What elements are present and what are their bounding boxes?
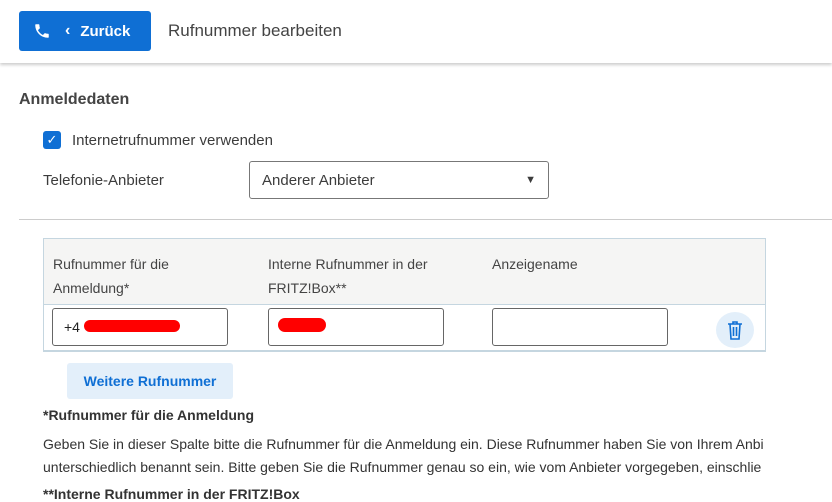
redaction <box>278 318 326 332</box>
display-name-input[interactable] <box>492 308 668 346</box>
note-text: Geben Sie in dieser Spalte bitte die Ruf… <box>43 436 764 452</box>
provider-label: Telefonie-Anbieter <box>43 172 164 189</box>
number-value: +4 <box>64 319 80 335</box>
column-header: Interne Rufnummer in der FRITZ!Box** <box>268 256 428 296</box>
trash-icon <box>728 321 742 340</box>
back-button[interactable]: ‹ Zurück <box>19 11 151 51</box>
note-title: **Interne Rufnummer in der FRITZ!Box <box>43 486 300 502</box>
numbers-table: Rufnummer für die Anmeldung* Interne Ruf… <box>43 238 766 352</box>
phone-icon <box>35 24 49 38</box>
add-number-button[interactable]: Weitere Rufnummer <box>67 363 233 399</box>
checkbox-label: Internetrufnummer verwenden <box>72 132 273 149</box>
provider-value: Anderer Anbieter <box>262 171 375 189</box>
provider-select[interactable]: Anderer Anbieter ▼ <box>249 161 549 199</box>
header: ‹ Zurück Rufnummer bearbeiten <box>0 0 832 63</box>
chevron-left-icon: ‹ <box>65 22 71 39</box>
delete-button[interactable] <box>716 312 754 348</box>
back-label: Zurück <box>80 22 131 40</box>
table-header: Rufnummer für die Anmeldung* Interne Ruf… <box>44 239 765 305</box>
column-header: Rufnummer für die Anmeldung* <box>53 256 169 296</box>
note-text: unterschiedlich benannt sein. Bitte gebe… <box>43 459 762 475</box>
column-header: Anzeigename <box>492 256 578 272</box>
internet-number-checkbox[interactable]: ✓ <box>43 131 61 149</box>
section-title: Anmeldedaten <box>19 91 130 108</box>
chevron-down-icon: ▼ <box>525 174 536 186</box>
page-title: Rufnummer bearbeiten <box>168 21 342 40</box>
redaction <box>84 320 180 332</box>
divider <box>19 219 832 220</box>
note-title: *Rufnummer für die Anmeldung <box>43 407 255 423</box>
